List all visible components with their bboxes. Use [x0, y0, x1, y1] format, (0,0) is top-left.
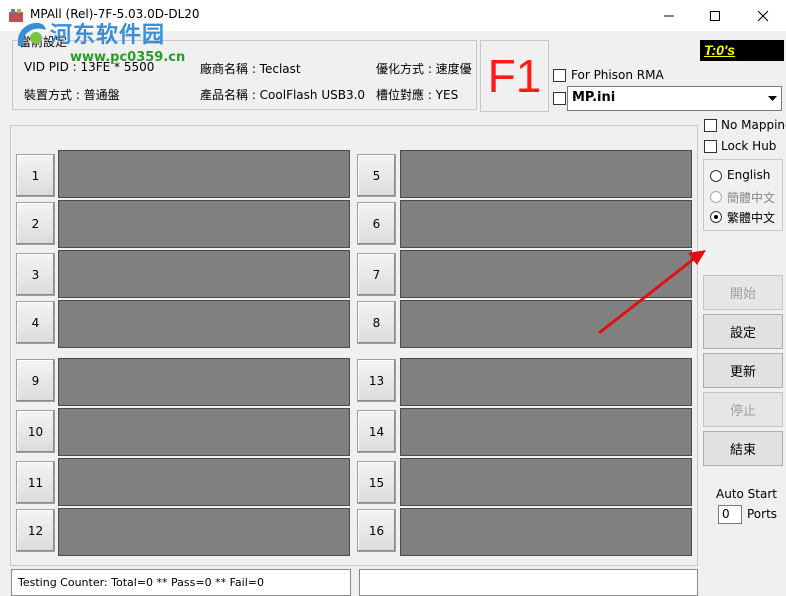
- port-status-panel-12: [58, 508, 350, 556]
- auto-start-ports-input[interactable]: 0: [718, 505, 742, 524]
- language-simplified-label: 簡體中文: [727, 191, 776, 205]
- ini-file-select[interactable]: MP.ini: [567, 86, 782, 111]
- port-status-panel-14: [400, 408, 692, 456]
- port-button-2[interactable]: 2: [16, 202, 55, 245]
- port-button-6[interactable]: 6: [357, 202, 396, 245]
- slot-mapping-text: 槽位對應 : YES: [376, 88, 459, 102]
- port-button-13[interactable]: 13: [357, 359, 396, 402]
- optimize-mode-text: 優化方式 : 速度優: [376, 62, 472, 76]
- language-english-radio[interactable]: [710, 170, 722, 182]
- dropdown-button[interactable]: [764, 87, 781, 110]
- maximize-icon: [710, 10, 720, 21]
- radio-selected-dot: [714, 215, 718, 219]
- port-status-panel-1: [58, 150, 350, 198]
- for-phison-rma-checkbox[interactable]: [553, 69, 566, 82]
- maximize-button[interactable]: [692, 0, 738, 31]
- product-name-text: 產品名稱 : CoolFlash USB3.0: [200, 88, 366, 102]
- no-mapping-label: No Mapping: [721, 118, 786, 132]
- stop-button[interactable]: 停止: [703, 392, 783, 427]
- auto-start-ports-label: Ports: [747, 507, 778, 521]
- port-button-4[interactable]: 4: [16, 301, 55, 344]
- lock-hub-checkbox[interactable]: [704, 140, 717, 153]
- watermark-url: www.pc0359.cn: [70, 50, 186, 65]
- port-button-1[interactable]: 1: [16, 154, 55, 197]
- port-button-12[interactable]: 12: [16, 509, 55, 552]
- port-button-7[interactable]: 7: [357, 253, 396, 296]
- port-button-3[interactable]: 3: [16, 253, 55, 296]
- port-status-panel-15: [400, 458, 692, 506]
- lock-hub-label: Lock Hub: [721, 139, 777, 153]
- port-status-panel-10: [58, 408, 350, 456]
- port-button-8[interactable]: 8: [357, 301, 396, 344]
- no-mapping-checkbox[interactable]: [704, 119, 717, 132]
- watermark-text: 河东软件园: [50, 23, 166, 48]
- device-mode-text: 裝置方式 : 普通盤: [24, 88, 120, 102]
- port-status-panel-11: [58, 458, 350, 506]
- port-status-panel-7: [400, 250, 692, 298]
- timer-display: T:0's: [700, 40, 784, 61]
- language-simplified-radio[interactable]: [710, 191, 722, 203]
- minimize-button[interactable]: [646, 0, 692, 31]
- port-button-11[interactable]: 11: [16, 461, 55, 504]
- port-status-panel-8: [400, 300, 692, 348]
- start-button[interactable]: 開始: [703, 275, 783, 310]
- port-button-9[interactable]: 9: [16, 359, 55, 402]
- port-button-10[interactable]: 10: [16, 410, 55, 453]
- port-status-panel-6: [400, 200, 692, 248]
- port-status-panel-16: [400, 508, 692, 556]
- ini-file-value: MP.ini: [572, 90, 616, 105]
- testing-counter-status: Testing Counter: Total=0 ** Pass=0 ** Fa…: [11, 569, 351, 596]
- language-traditional-label: 繁體中文: [727, 211, 776, 225]
- f1-label: F1: [487, 50, 542, 102]
- close-button[interactable]: [740, 0, 786, 31]
- exit-button[interactable]: 結束: [703, 431, 783, 466]
- port-status-panel-3: [58, 250, 350, 298]
- for-phison-rma-label: For Phison RMA: [571, 68, 664, 82]
- ini-file-checkbox[interactable]: [553, 92, 566, 105]
- port-button-14[interactable]: 14: [357, 410, 396, 453]
- language-traditional-radio[interactable]: [710, 211, 722, 223]
- port-status-panel-5: [400, 150, 692, 198]
- port-status-panel-4: [58, 300, 350, 348]
- chevron-down-icon: [768, 95, 777, 101]
- port-button-16[interactable]: 16: [357, 509, 396, 552]
- port-button-15[interactable]: 15: [357, 461, 396, 504]
- port-status-panel-2: [58, 200, 350, 248]
- language-english-label: English: [727, 168, 771, 182]
- port-button-5[interactable]: 5: [357, 154, 396, 197]
- minimize-icon: [664, 15, 674, 16]
- update-button[interactable]: 更新: [703, 353, 783, 388]
- settings-button[interactable]: 設定: [703, 314, 783, 349]
- watermark-logo: [14, 20, 48, 50]
- port-status-panel-13: [400, 358, 692, 406]
- close-icon: [757, 10, 769, 21]
- f1-indicator: F1: [480, 40, 549, 112]
- port-status-panel-9: [58, 358, 350, 406]
- vendor-name-text: 廠商名稱 : Teclast: [200, 62, 301, 76]
- status-panel-right: [359, 569, 698, 596]
- auto-start-label: Auto Start: [716, 487, 777, 501]
